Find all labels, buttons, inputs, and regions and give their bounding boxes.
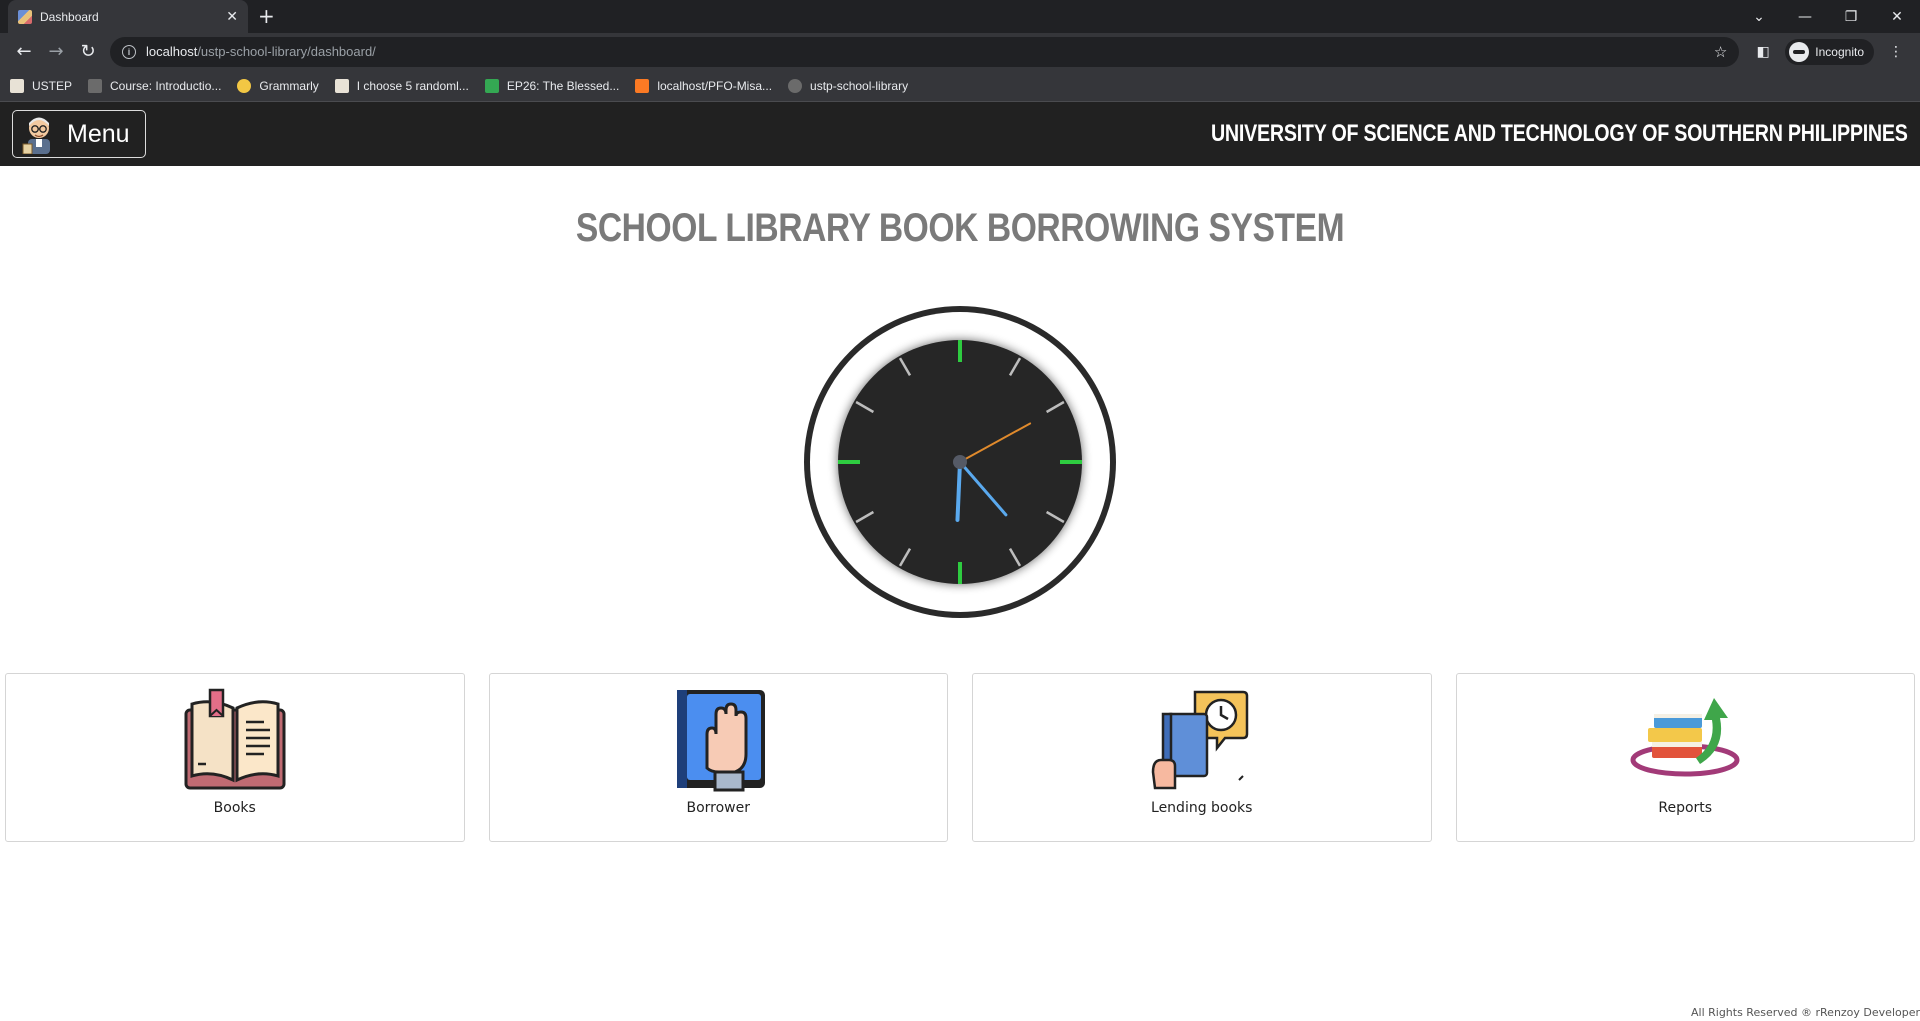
more-menu-icon[interactable]: ⋮ xyxy=(1880,36,1912,68)
bookmark-label: I choose 5 randoml... xyxy=(356,78,469,93)
forward-icon[interactable]: → xyxy=(40,36,72,68)
tab-title: Dashboard xyxy=(40,9,99,24)
grammarly-icon xyxy=(237,78,252,93)
bookmark-label: Course: Introductio... xyxy=(110,78,222,93)
card-lending-books-label: Lending books xyxy=(1151,800,1253,816)
window-controls: ⌄ — ❐ ✕ xyxy=(1736,0,1920,33)
course-icon xyxy=(88,78,103,93)
bookmark-item[interactable]: USTEP xyxy=(10,78,73,93)
open-book-icon xyxy=(184,688,286,790)
bookmark-label: EP26: The Blessed... xyxy=(506,78,620,93)
page-title: SCHOOL LIBRARY BOOK BORROWING SYSTEM xyxy=(575,206,1345,250)
bookmark-item[interactable]: EP26: The Blessed... xyxy=(484,78,620,93)
side-panel-icon[interactable]: ◧ xyxy=(1747,36,1779,68)
minimize-icon[interactable]: — xyxy=(1782,0,1828,33)
restore-icon[interactable]: ❐ xyxy=(1828,0,1874,33)
clock-face xyxy=(804,306,1116,618)
xampp-icon xyxy=(635,78,650,93)
tab-favicon-icon xyxy=(18,9,32,24)
app-header: Menu UNIVERSITY OF SCIENCE AND TECHNOLOG… xyxy=(0,102,1920,166)
bookmark-label: localhost/PFO-Misa... xyxy=(657,78,773,93)
card-borrower-label: Borrower xyxy=(686,800,750,816)
menu-label: Menu xyxy=(67,119,130,148)
globe-icon xyxy=(788,78,803,93)
card-reports[interactable]: Reports xyxy=(1455,673,1915,842)
bookmark-label: ustp-school-library xyxy=(810,78,909,93)
card-books-label: Books xyxy=(213,800,256,816)
incognito-label: Incognito xyxy=(1815,44,1864,59)
close-window-icon[interactable]: ✕ xyxy=(1874,0,1920,33)
card-books[interactable]: Books xyxy=(5,673,465,842)
bookmark-label: USTEP xyxy=(32,78,73,93)
bookmark-item[interactable]: I choose 5 randoml... xyxy=(334,78,469,93)
clock-center-pin xyxy=(953,455,967,469)
back-icon[interactable]: ← xyxy=(8,36,40,68)
raised-hand-book-icon xyxy=(677,690,766,792)
card-borrower[interactable]: Borrower xyxy=(488,673,948,842)
address-bar[interactable]: i localhost/ustp-school-library/dashboar… xyxy=(110,36,1740,67)
clock-hour-hand xyxy=(955,460,962,522)
tab-dashboard[interactable]: Dashboard ✕ xyxy=(8,0,248,33)
incognito-badge[interactable]: Incognito xyxy=(1785,38,1874,65)
bookmark-item[interactable]: Grammarly xyxy=(237,78,319,93)
bookmark-item[interactable]: Course: Introductio... xyxy=(88,78,222,93)
university-title: UNIVERSITY OF SCIENCE AND TECHNOLOGY OF … xyxy=(1211,120,1908,147)
url-host: localhost xyxy=(146,44,198,59)
bookmark-item[interactable]: ustp-school-library xyxy=(788,78,909,93)
analog-clock xyxy=(800,302,1120,622)
new-tab-button[interactable]: + xyxy=(258,4,275,28)
bookmark-label: Grammarly xyxy=(259,78,319,93)
doc-icon xyxy=(334,78,349,93)
bookmarks-bar: USTEP Course: Introductio... Grammarly I ch… xyxy=(0,70,1920,102)
bookmark-item[interactable]: localhost/PFO-Misa... xyxy=(635,78,773,93)
book-clock-icon xyxy=(1151,690,1248,790)
browser-tab-bar: Dashboard ✕ + ⌄ — ❐ ✕ xyxy=(0,0,1920,33)
url-path: /ustp-school-library/dashboard/ xyxy=(197,44,376,59)
card-reports-label: Reports xyxy=(1658,800,1713,816)
incognito-icon xyxy=(1789,41,1810,62)
librarian-avatar-icon xyxy=(22,117,50,154)
doc-icon xyxy=(10,78,24,93)
tab-close-icon[interactable]: ✕ xyxy=(226,8,238,25)
dashboard-cards: Books Borrower Lending books Reports xyxy=(5,673,1915,842)
play-icon xyxy=(484,78,499,93)
reload-icon[interactable]: ↻ xyxy=(72,36,104,68)
bookmark-star-icon[interactable]: ☆ xyxy=(1714,43,1727,61)
books-arrow-icon xyxy=(1630,698,1740,777)
footer-copyright: All Rights Reserved ® rRenzoy Developer xyxy=(1690,1006,1920,1019)
tab-search-icon[interactable]: ⌄ xyxy=(1736,0,1782,33)
site-info-icon[interactable]: i xyxy=(122,44,136,59)
card-lending-books[interactable]: Lending books xyxy=(972,673,1432,842)
menu-button[interactable]: Menu xyxy=(12,110,146,158)
address-toolbar: ← → ↻ i localhost/ustp-school-library/da… xyxy=(0,33,1920,70)
